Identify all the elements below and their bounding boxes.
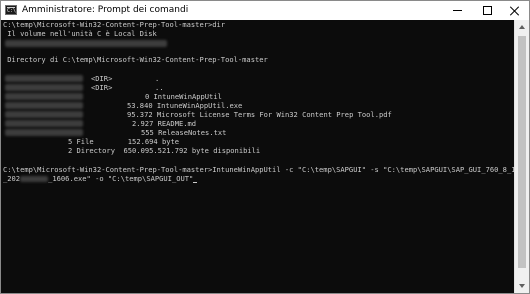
maximize-icon <box>482 6 492 15</box>
summary-dirs: 2 Directory 650.095.521.792 byte disponi… <box>68 146 261 155</box>
summary-files: 5 File 152.694 byte <box>68 137 180 146</box>
cmd-app-icon-label: C:\ <box>7 8 17 14</box>
redacted-date <box>5 102 83 109</box>
cmd-app-icon[interactable]: C:\ <box>5 5 17 15</box>
console-output[interactable]: C:\temp\Microsoft-Win32-Content-Prep-Too… <box>1 20 514 293</box>
console-line: Directory di C:\temp\Microsoft-Win32-Con… <box>3 55 268 64</box>
redacted-date <box>5 111 83 118</box>
console-line: C:\temp\Microsoft-Win32-Content-Prep-Too… <box>3 20 226 29</box>
chevron-up-icon <box>519 25 525 29</box>
chevron-down-icon <box>519 284 525 288</box>
close-button[interactable] <box>500 1 530 20</box>
redacted-date <box>5 93 83 100</box>
maximize-button[interactable] <box>472 1 502 20</box>
redacted-date <box>5 120 83 127</box>
command-fragment: _1606.exe" -o "C:\temp\SAPGUI_OUT" <box>48 174 194 183</box>
command-fragment: _202 <box>3 174 21 183</box>
redacted-date <box>5 75 83 82</box>
redacted-date <box>5 129 83 136</box>
close-icon <box>510 6 520 16</box>
minimize-icon <box>452 10 462 11</box>
file-entry: 555 ReleaseNotes.txt <box>141 128 227 137</box>
command-line: C:\temp\Microsoft-Win32-Content-Prep-Too… <box>3 165 514 174</box>
minimize-button[interactable] <box>442 1 472 20</box>
dir-entry: <DIR> .. <box>91 83 164 92</box>
console-line: Il volume nell'unità C è Local Disk <box>3 29 157 38</box>
window-title: Amministratore: Prompt dei comandi <box>22 5 189 15</box>
redacted-serial <box>5 40 167 47</box>
file-entry: 0 IntuneWinAppUtil <box>145 92 222 101</box>
scroll-up-button[interactable] <box>515 20 529 34</box>
text-cursor <box>193 182 198 183</box>
dir-entry: <DIR> . <box>91 74 160 83</box>
file-entry: 95.372 Microsoft License Terms For Win32… <box>127 110 392 119</box>
title-bar[interactable]: C:\ Amministratore: Prompt dei comandi <box>1 1 529 20</box>
file-entry: 53.840 IntuneWinAppUtil.exe <box>127 101 243 110</box>
scroll-down-button[interactable] <box>515 279 529 293</box>
vertical-scrollbar[interactable] <box>514 20 529 293</box>
file-entry: 2.927 README.md <box>132 119 197 128</box>
command-line-continued: _202 _1606.exe" -o "C:\temp\SAPGUI_OUT" <box>3 174 198 183</box>
redacted-date <box>20 176 49 182</box>
scrollbar-thumb[interactable] <box>518 36 526 268</box>
redacted-date <box>5 84 83 91</box>
command-prompt-window: C:\ Amministratore: Prompt dei comandi C… <box>0 0 530 294</box>
